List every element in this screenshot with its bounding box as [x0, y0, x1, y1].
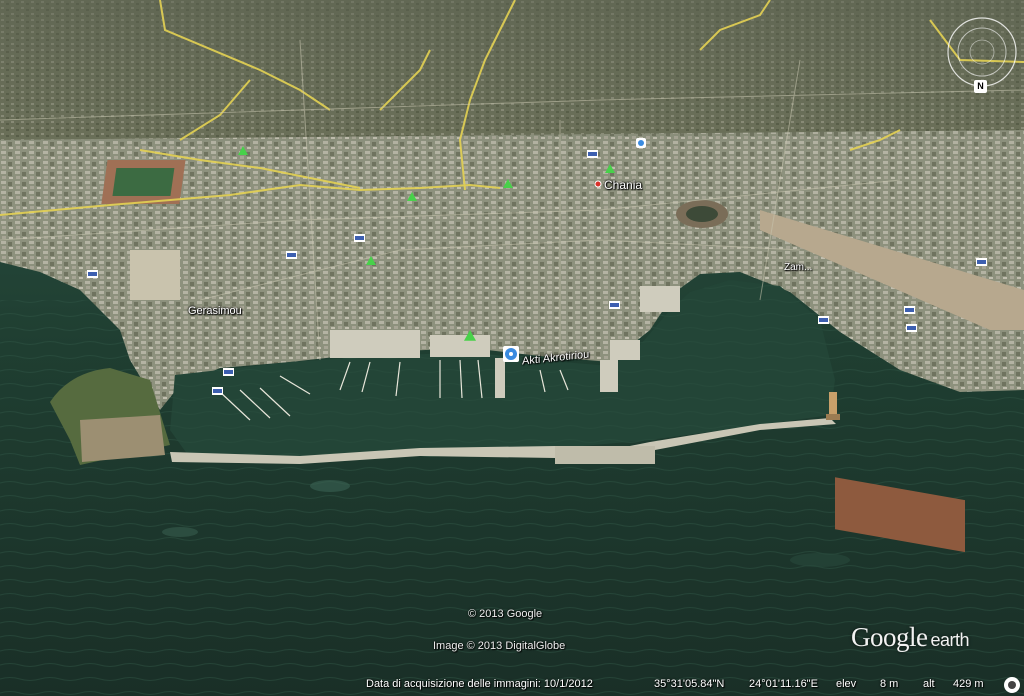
info-marker-icon[interactable]: [636, 138, 646, 148]
map-viewport[interactable]: Chania Gerasimou Akti Akrotiriou Zam... …: [0, 0, 1024, 696]
logo-earth-text: earth: [930, 630, 970, 650]
park-marker-icon[interactable]: [464, 330, 476, 342]
latitude-readout: 35°31'05.84"N: [654, 678, 725, 690]
city-label[interactable]: Chania: [604, 178, 642, 192]
altitude-label: alt: [923, 678, 935, 690]
longitude-readout: 24°01'11.16"E: [749, 678, 818, 690]
district-label[interactable]: Gerasimou: [188, 305, 242, 317]
imagery-copyright: Image © 2013 DigitalGlobe: [433, 640, 566, 652]
google-copyright: © 2013 Google: [468, 608, 543, 620]
acquisition-date: Data di acquisizione delle immagini: 10/…: [366, 678, 593, 690]
hotel-marker-icon[interactable]: [223, 368, 234, 376]
hotel-marker-icon[interactable]: [904, 306, 915, 314]
city-marker-icon[interactable]: [594, 180, 602, 188]
north-indicator[interactable]: N: [974, 80, 987, 93]
park-marker-icon[interactable]: [407, 192, 417, 202]
info-marker-icon[interactable]: [503, 346, 519, 362]
status-bar: Data di acquisizione delle immagini: 10/…: [0, 675, 1024, 696]
park-marker-icon[interactable]: [238, 146, 248, 156]
hotel-marker-icon[interactable]: [906, 324, 917, 332]
hotel-marker-icon[interactable]: [212, 387, 223, 395]
east-label[interactable]: Zam...: [784, 262, 812, 273]
hotel-marker-icon[interactable]: [818, 316, 829, 324]
google-earth-logo: Google earth: [851, 622, 970, 653]
park-marker-icon[interactable]: [503, 179, 513, 189]
hotel-marker-icon[interactable]: [976, 258, 987, 266]
hotel-marker-icon[interactable]: [87, 270, 98, 278]
hotel-marker-icon[interactable]: [609, 301, 620, 309]
logo-google-text: Google: [851, 622, 928, 652]
elevation-value: 8 m: [880, 678, 899, 690]
park-marker-icon[interactable]: [366, 256, 376, 266]
navigation-compass-icon[interactable]: [944, 14, 1020, 90]
streaming-icon: [1004, 677, 1020, 693]
hotel-marker-icon[interactable]: [286, 251, 297, 259]
park-marker-icon[interactable]: [605, 164, 615, 174]
hotel-marker-icon[interactable]: [354, 234, 365, 242]
altitude-value: 429 m: [953, 678, 984, 690]
elevation-label: elev: [836, 678, 857, 690]
hotel-marker-icon[interactable]: [587, 150, 598, 158]
